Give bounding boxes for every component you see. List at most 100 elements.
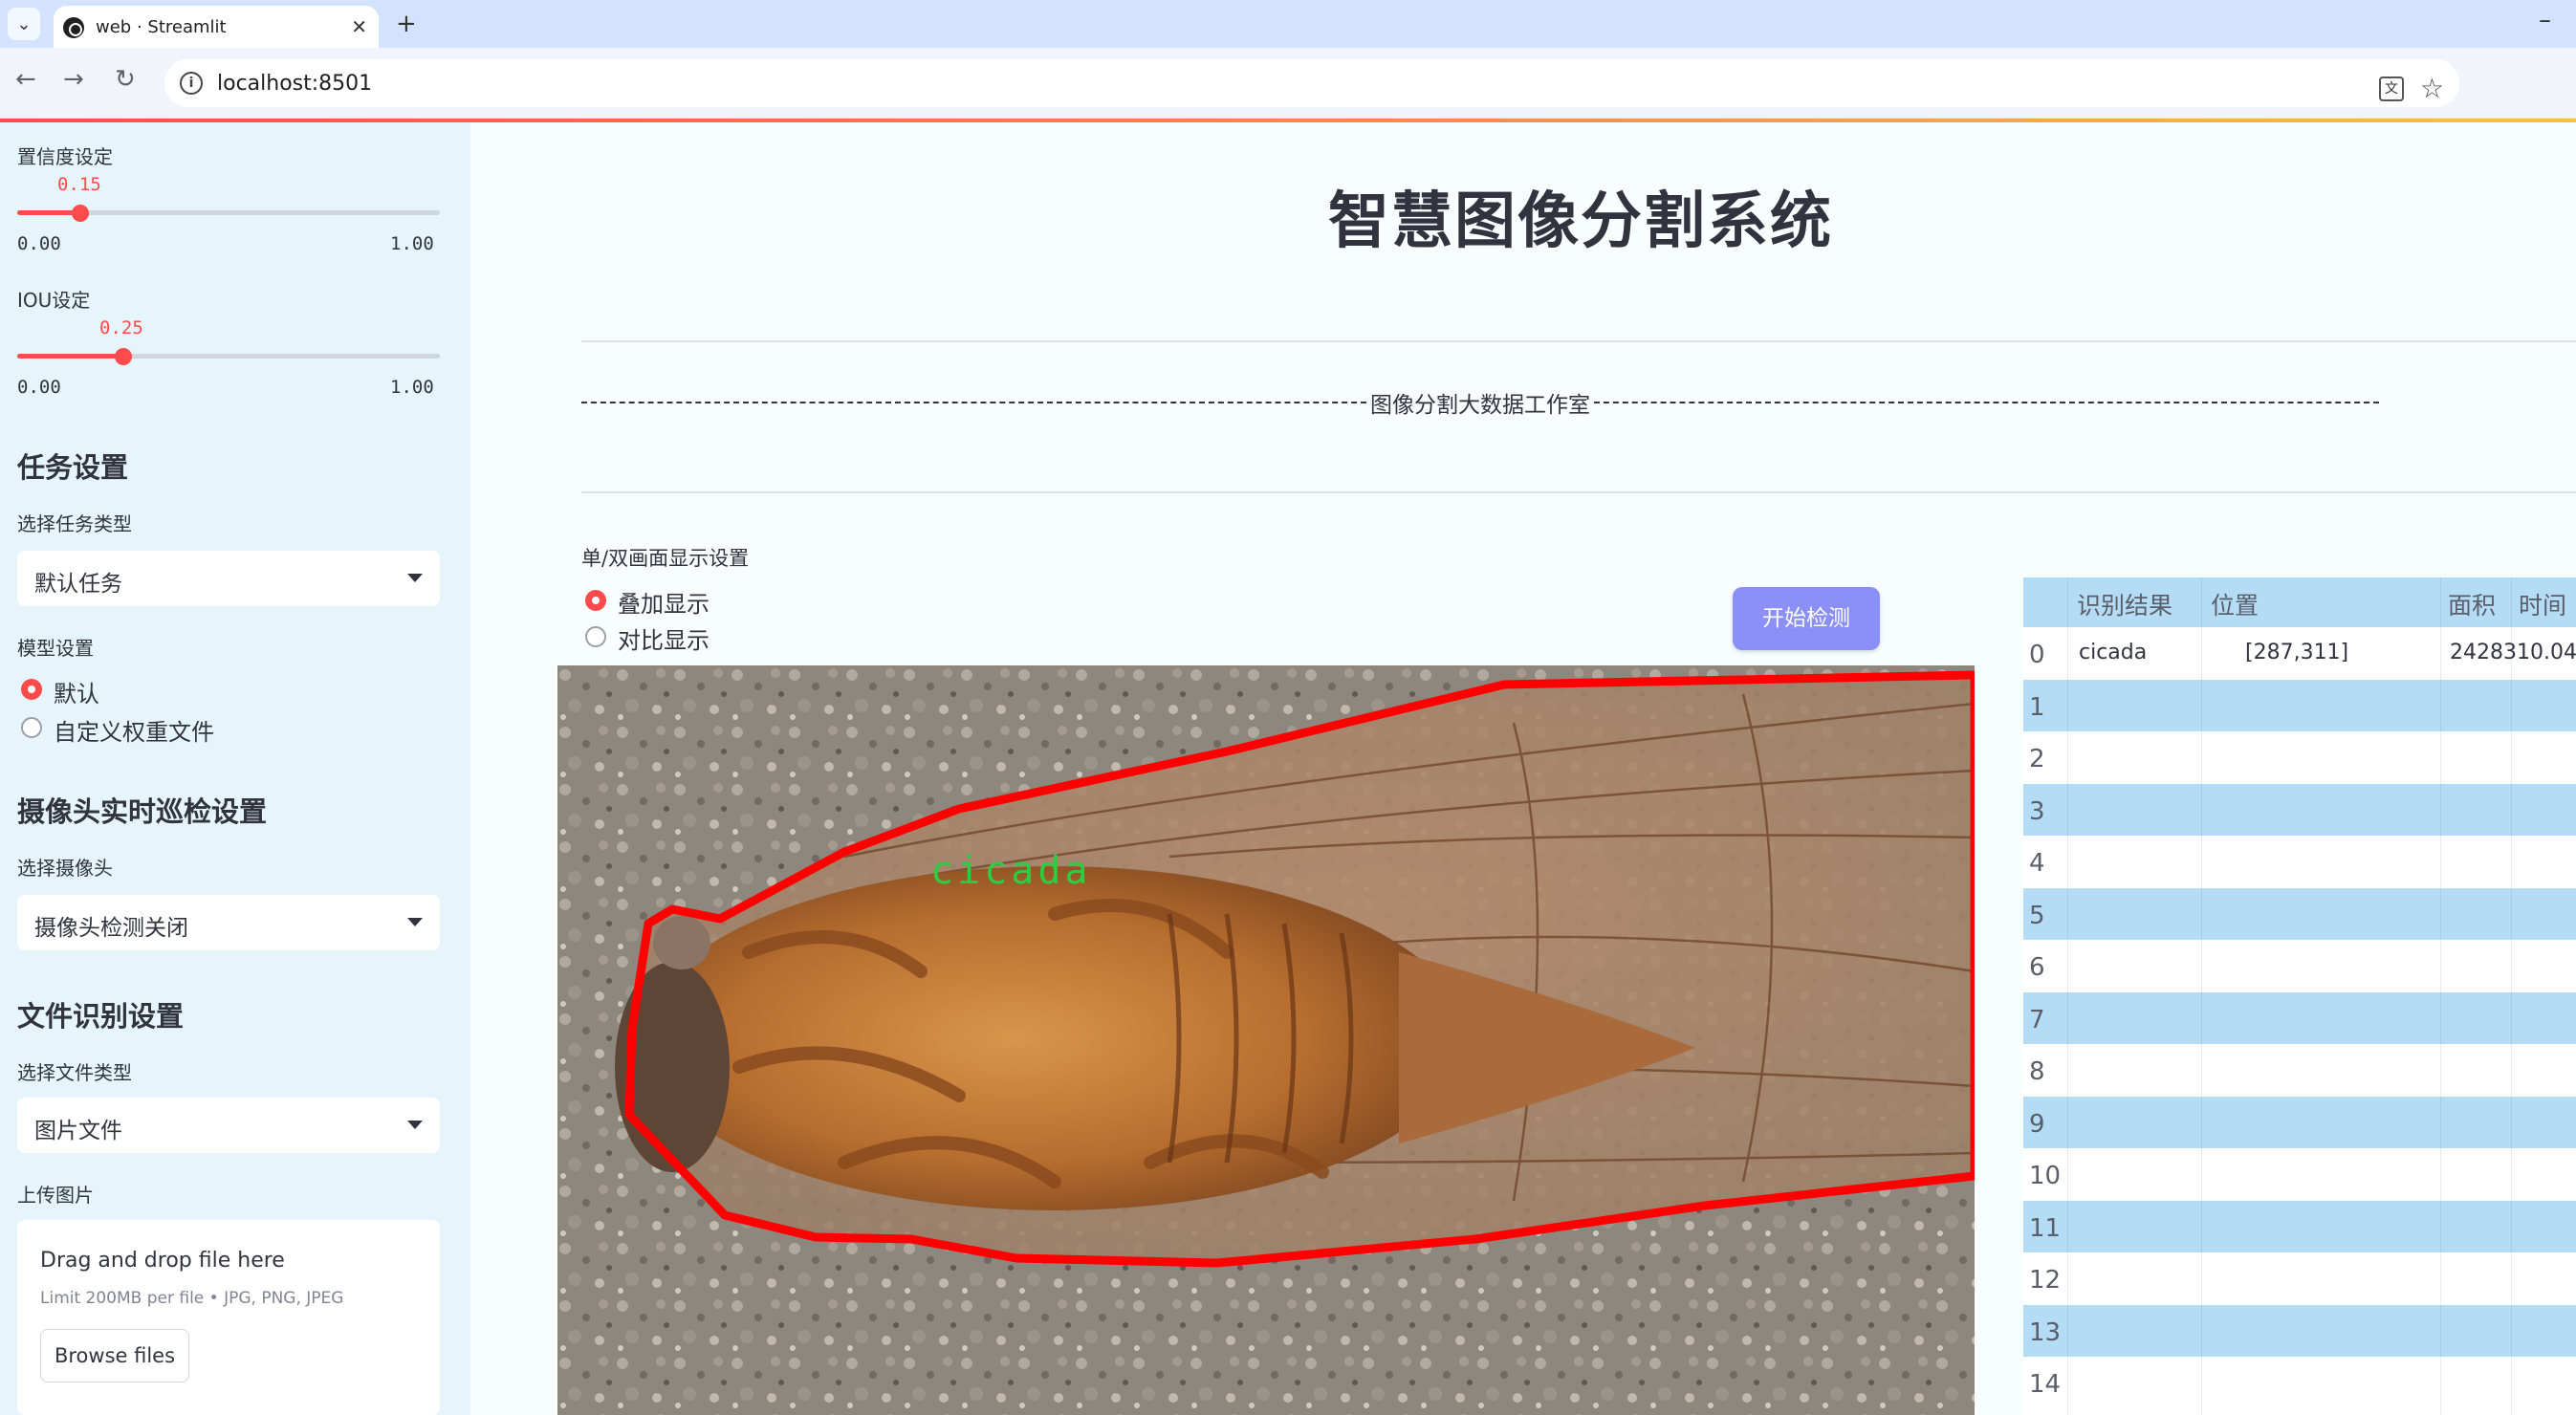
iou-label: IOU设定 bbox=[17, 289, 91, 312]
model-option-custom[interactable]: 自定义权重文件 bbox=[54, 713, 214, 747]
display-radio-compare[interactable] bbox=[585, 626, 606, 647]
translate-icon[interactable]: 文 bbox=[2379, 76, 2404, 101]
row-index: 12 bbox=[2029, 1266, 2062, 1295]
display-option-overlay[interactable]: 叠加显示 bbox=[618, 585, 709, 619]
cicada-eye bbox=[653, 916, 710, 969]
row-index: 7 bbox=[2029, 1005, 2045, 1034]
column-header-result[interactable]: 识别结果 bbox=[2077, 587, 2172, 621]
table-row[interactable]: 10 bbox=[2023, 1148, 2576, 1201]
file-uploader-dropzone[interactable]: Drag and drop file here Limit 200MB per … bbox=[17, 1220, 440, 1415]
task-type-label: 选择任务类型 bbox=[17, 512, 132, 535]
file-type-label: 选择文件类型 bbox=[17, 1061, 132, 1084]
table-row[interactable]: 3 bbox=[2023, 783, 2576, 836]
column-divider bbox=[2067, 577, 2068, 1415]
forward-icon[interactable]: → bbox=[63, 65, 84, 94]
table-row[interactable]: 6 bbox=[2023, 940, 2576, 992]
camera-settings-header: 摄像头实时巡检设置 bbox=[17, 795, 268, 828]
iou-value: 0.25 bbox=[99, 317, 143, 338]
row-index: 6 bbox=[2029, 953, 2045, 982]
bookmark-star-icon[interactable]: ☆ bbox=[2420, 73, 2444, 104]
start-detection-button[interactable]: 开始检测 bbox=[1733, 587, 1880, 650]
reload-icon[interactable]: ↻ bbox=[115, 65, 136, 94]
cell-result: cicada bbox=[2079, 641, 2148, 664]
chevron-down-icon bbox=[407, 574, 423, 582]
table-row[interactable]: 4 bbox=[2023, 836, 2576, 888]
results-table-header: 识别结果 位置 面积 时间 bbox=[2023, 577, 2576, 627]
studio-name: 图像分割大数据工作室 bbox=[1370, 393, 1590, 418]
table-row[interactable]: 7 bbox=[2023, 991, 2576, 1044]
model-settings-label: 模型设置 bbox=[17, 637, 94, 660]
table-row[interactable]: 1 bbox=[2023, 679, 2576, 731]
iou-slider-thumb[interactable] bbox=[114, 348, 132, 365]
browse-files-button[interactable]: Browse files bbox=[40, 1329, 189, 1382]
column-header-time[interactable]: 时间 bbox=[2519, 587, 2566, 621]
chevron-down-icon bbox=[407, 918, 423, 926]
row-index: 0 bbox=[2029, 641, 2045, 669]
row-index: 5 bbox=[2029, 901, 2045, 930]
column-header-position[interactable]: 位置 bbox=[2211, 587, 2259, 621]
row-index: 14 bbox=[2029, 1370, 2062, 1399]
table-row[interactable]: 9 bbox=[2023, 1096, 2576, 1148]
display-radio-overlay[interactable] bbox=[585, 590, 606, 611]
dropzone-limit: Limit 200MB per file • JPG, PNG, JPEG bbox=[40, 1289, 344, 1308]
table-row[interactable]: 11 bbox=[2023, 1200, 2576, 1252]
column-divider bbox=[2201, 577, 2202, 1415]
row-index: 11 bbox=[2029, 1213, 2062, 1243]
back-icon[interactable]: ← bbox=[15, 65, 36, 94]
display-option-compare[interactable]: 对比显示 bbox=[618, 621, 709, 655]
detection-result-image: cicada bbox=[557, 665, 1975, 1415]
minimize-icon[interactable]: – bbox=[2539, 6, 2551, 34]
tab-title: web · Streamlit bbox=[96, 17, 227, 37]
table-row[interactable]: 12 bbox=[2023, 1252, 2576, 1305]
row-index: 4 bbox=[2029, 849, 2045, 878]
column-divider bbox=[2511, 577, 2512, 1415]
address-bar[interactable]: i localhost:8501 文 ☆ bbox=[164, 59, 2459, 107]
url-text[interactable]: localhost:8501 bbox=[217, 72, 372, 96]
column-header-area[interactable]: 面积 bbox=[2448, 587, 2496, 621]
table-row[interactable]: 14 bbox=[2023, 1357, 2576, 1409]
chevron-down-icon bbox=[407, 1121, 423, 1129]
model-option-default[interactable]: 默认 bbox=[54, 675, 99, 708]
divider-top bbox=[581, 340, 2576, 342]
model-radio-custom[interactable] bbox=[21, 717, 42, 738]
display-mode-label: 单/双画面显示设置 bbox=[581, 547, 750, 570]
iou-max: 1.00 bbox=[390, 377, 434, 398]
task-settings-header: 任务设置 bbox=[17, 451, 129, 484]
iou-min: 0.00 bbox=[17, 377, 61, 398]
table-row[interactable]: 5 bbox=[2023, 887, 2576, 940]
row-index: 2 bbox=[2029, 745, 2045, 773]
dashed-rule-right bbox=[1594, 402, 2379, 403]
browser-tab[interactable]: web · Streamlit ✕ bbox=[54, 6, 379, 48]
cell-area: 2428310.04 bbox=[2450, 641, 2576, 664]
site-info-icon[interactable]: i bbox=[180, 72, 203, 95]
file-type-select[interactable]: 图片文件 bbox=[17, 1098, 440, 1153]
row-index: 8 bbox=[2029, 1057, 2045, 1086]
row-index: 10 bbox=[2029, 1162, 2062, 1190]
file-settings-header: 文件识别设置 bbox=[17, 1000, 185, 1033]
camera-select[interactable]: 摄像头检测关闭 bbox=[17, 895, 440, 950]
sidebar: 置信度设定 0.15 0.00 1.00 IOU设定 0.25 0.00 1.0… bbox=[0, 122, 470, 1415]
iou-slider-fill bbox=[17, 354, 123, 359]
results-table[interactable]: 识别结果 位置 面积 时间 0 cicada [287,311] 2428310.04… bbox=[2023, 577, 2576, 1415]
table-row[interactable]: 2 bbox=[2023, 731, 2576, 784]
detection-class-label: cicada bbox=[930, 849, 1092, 893]
divider-bottom bbox=[581, 491, 2576, 493]
table-row[interactable]: 0 cicada [287,311] 2428310.04 bbox=[2023, 627, 2576, 680]
model-radio-default[interactable] bbox=[21, 679, 42, 700]
page-title: 智慧图像分割系统 bbox=[1328, 186, 1833, 257]
table-row[interactable]: 8 bbox=[2023, 1044, 2576, 1097]
task-type-select[interactable]: 默认任务 bbox=[17, 551, 440, 606]
dropzone-title: Drag and drop file here bbox=[40, 1249, 285, 1273]
new-tab-icon[interactable]: + bbox=[396, 10, 417, 38]
file-type-value: 图片文件 bbox=[34, 1119, 122, 1143]
cell-position: [287,311] bbox=[2245, 641, 2349, 664]
tab-search-icon[interactable]: ⌄ bbox=[8, 8, 40, 40]
confidence-label: 置信度设定 bbox=[17, 145, 113, 168]
column-divider bbox=[2440, 577, 2441, 1415]
task-type-value: 默认任务 bbox=[34, 572, 122, 597]
table-row[interactable]: 13 bbox=[2023, 1304, 2576, 1357]
studio-divider: 图像分割大数据工作室 bbox=[581, 386, 2379, 419]
row-index: 9 bbox=[2029, 1109, 2045, 1139]
close-icon[interactable]: ✕ bbox=[351, 15, 367, 38]
camera-value: 摄像头检测关闭 bbox=[34, 916, 188, 941]
